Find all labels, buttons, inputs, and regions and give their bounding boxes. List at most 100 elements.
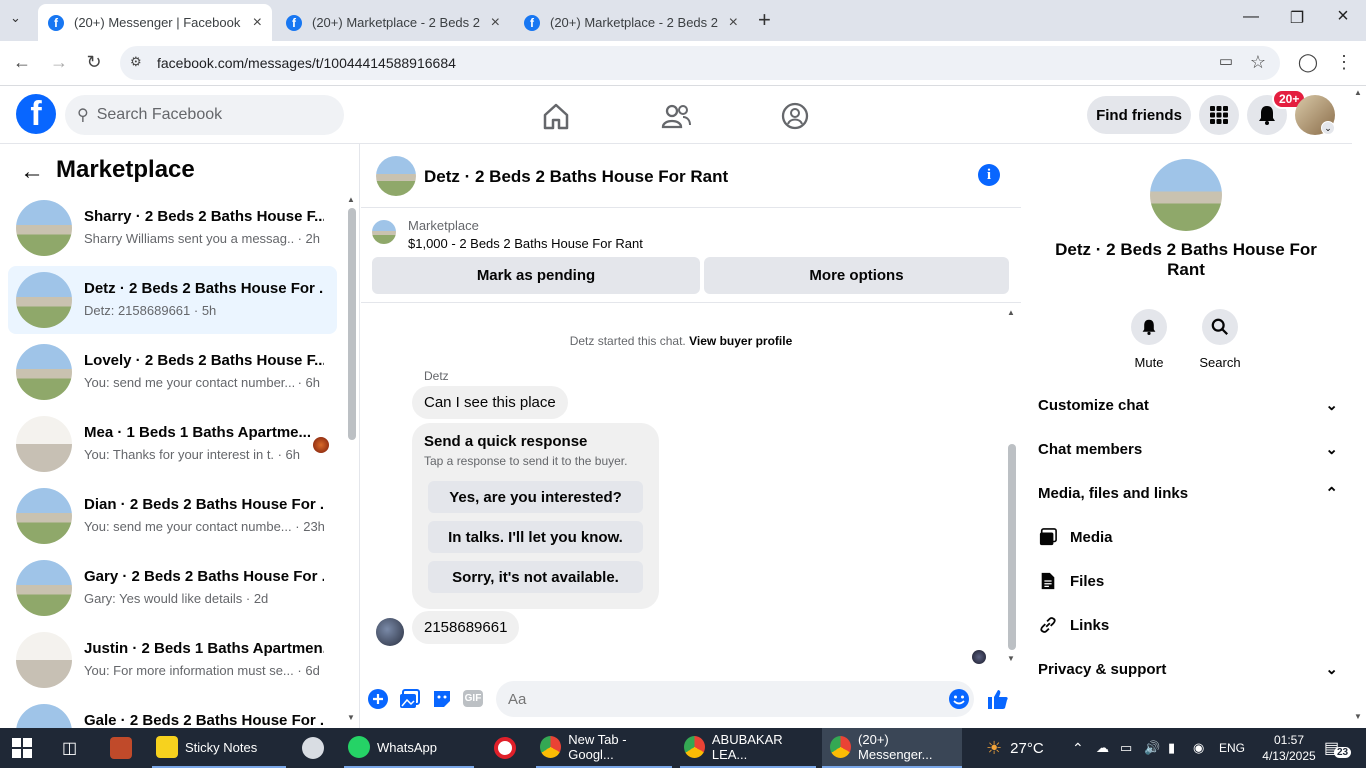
- list-item[interactable]: Justin · 2 Beds 1 Baths Apartmen... You:…: [8, 626, 337, 694]
- url-bar[interactable]: ⚙ facebook.com/messages/t/10044414588916…: [120, 46, 1280, 80]
- photo-icon[interactable]: [399, 688, 421, 710]
- chat-avatar-large[interactable]: [1150, 159, 1222, 231]
- show-hidden-icons-icon[interactable]: ⌃: [1072, 728, 1084, 768]
- battery-icon[interactable]: ▮: [1168, 728, 1175, 768]
- home-icon[interactable]: [541, 102, 571, 130]
- taskbar-app-icon[interactable]: [110, 728, 139, 768]
- list-item-selected[interactable]: Detz · 2 Beds 2 Baths House For ... Detz…: [8, 266, 337, 334]
- emoji-icon[interactable]: [948, 688, 970, 710]
- list-item[interactable]: Sharry · 2 Beds 2 Baths House F... Sharr…: [8, 194, 337, 262]
- forward-icon[interactable]: →: [46, 52, 72, 73]
- thread-scrollbar[interactable]: [1008, 444, 1016, 650]
- media-item[interactable]: Media: [1038, 515, 1338, 559]
- chrome-icon: [830, 736, 852, 758]
- list-scrollbar[interactable]: [348, 208, 356, 440]
- sticker-icon[interactable]: [431, 688, 453, 710]
- thumbs-up-icon[interactable]: [987, 688, 1009, 710]
- scroll-up-arrow-icon[interactable]: ▲: [347, 195, 355, 204]
- account-chevron-icon[interactable]: ⌄: [1321, 121, 1335, 135]
- task-view-icon[interactable]: ◫: [62, 728, 77, 768]
- links-item[interactable]: Links: [1038, 603, 1338, 647]
- info-icon[interactable]: i: [978, 164, 1000, 186]
- restore-icon[interactable]: ❐: [1282, 8, 1312, 28]
- language-indicator[interactable]: ENG: [1219, 728, 1245, 768]
- taskbar-chrome-new-tab[interactable]: New Tab - Googl...: [536, 728, 672, 768]
- customize-chat-row[interactable]: Customize chat ⌄: [1038, 383, 1338, 427]
- taskbar-whatsapp[interactable]: WhatsApp: [344, 728, 474, 768]
- page-scrollbar[interactable]: ▲ ▼: [1352, 86, 1366, 728]
- network-icon[interactable]: ▭: [1120, 728, 1132, 768]
- taskbar-app-icon[interactable]: [302, 728, 331, 768]
- message-bubble[interactable]: 2158689661: [412, 611, 520, 644]
- close-tab-icon[interactable]: ×: [729, 14, 738, 32]
- menu-kebab-icon[interactable]: ⋮: [1331, 52, 1357, 73]
- section-label: Media, files and links: [1038, 484, 1189, 502]
- search-button[interactable]: Search: [1190, 309, 1250, 370]
- onedrive-icon[interactable]: ☁: [1096, 728, 1109, 768]
- install-app-icon[interactable]: ▭: [1213, 52, 1239, 70]
- tab-messenger[interactable]: f (20+) Messenger | Facebook ×: [38, 4, 272, 41]
- taskbar-sticky-notes[interactable]: Sticky Notes: [152, 728, 286, 768]
- taskbar-chrome-messenger[interactable]: (20+) Messenger...: [822, 728, 962, 768]
- media-files-links-row[interactable]: Media, files and links ⌃: [1038, 471, 1338, 515]
- list-item[interactable]: Gary · 2 Beds 2 Baths House For ... Gary…: [8, 554, 337, 622]
- chat-avatar[interactable]: [376, 156, 416, 196]
- files-item[interactable]: Files: [1038, 559, 1338, 603]
- tab-search-button[interactable]: ⌄: [10, 10, 21, 26]
- scroll-down-arrow-icon[interactable]: ▼: [1007, 654, 1015, 663]
- search-box[interactable]: ⚲ Search Facebook: [65, 95, 344, 135]
- mute-button[interactable]: Mute: [1119, 309, 1179, 370]
- weather-widget[interactable]: ☀ 27°C: [986, 728, 1044, 768]
- view-buyer-profile-link[interactable]: View buyer profile: [689, 334, 792, 348]
- privacy-support-row[interactable]: Privacy & support ⌄: [1038, 647, 1338, 691]
- message-input[interactable]: [496, 681, 974, 717]
- close-tab-icon[interactable]: ×: [253, 14, 262, 32]
- start-button[interactable]: [12, 728, 32, 768]
- friends-icon[interactable]: [661, 102, 691, 130]
- gif-icon[interactable]: GIF: [463, 690, 483, 707]
- profile-icon[interactable]: ◯: [1295, 52, 1321, 73]
- facebook-logo-icon[interactable]: f: [16, 94, 56, 134]
- list-item[interactable]: Gale · 2 Beds 2 Baths House For ...: [8, 698, 337, 728]
- scroll-down-arrow-icon[interactable]: ▼: [347, 713, 355, 722]
- listing-price[interactable]: $1,000 - 2 Beds 2 Baths House For Rant: [408, 236, 643, 251]
- opera-icon[interactable]: [494, 728, 523, 768]
- chat-members-row[interactable]: Chat members ⌄: [1038, 427, 1338, 471]
- close-tab-icon[interactable]: ×: [491, 14, 500, 32]
- scroll-up-arrow-icon[interactable]: ▲: [1007, 308, 1015, 317]
- camera-icon[interactable]: ◉: [1193, 728, 1204, 768]
- volume-icon[interactable]: 🔊: [1144, 728, 1160, 768]
- quick-response-subtitle: Tap a response to send it to the buyer.: [424, 454, 628, 468]
- quick-response-option[interactable]: In talks. I'll let you know.: [428, 521, 643, 553]
- media-label: Media: [1070, 528, 1113, 546]
- plus-circle-icon[interactable]: [367, 688, 389, 710]
- sender-avatar[interactable]: [376, 618, 404, 646]
- list-item[interactable]: Lovely · 2 Beds 2 Baths House F... You: …: [8, 338, 337, 406]
- tab-marketplace-1[interactable]: f (20+) Marketplace - 2 Beds 2 Ba ×: [276, 4, 510, 41]
- menu-grid-icon[interactable]: [1199, 95, 1239, 135]
- notification-center-icon[interactable]: ▤ 23: [1324, 728, 1352, 768]
- mark-as-pending-button[interactable]: Mark as pending: [372, 257, 700, 294]
- tab-marketplace-2[interactable]: f (20+) Marketplace - 2 Beds 2 Ba ×: [514, 4, 748, 41]
- chat-title[interactable]: Detz · 2 Beds 2 Baths House For Rant: [424, 167, 728, 187]
- new-tab-button[interactable]: +: [758, 7, 771, 33]
- back-icon[interactable]: ←: [9, 52, 35, 73]
- site-info-icon[interactable]: ⚙: [130, 54, 142, 70]
- clock[interactable]: 01:57 4/13/2025: [1262, 728, 1316, 768]
- message-bubble[interactable]: Can I see this place: [412, 386, 568, 419]
- quick-response-option[interactable]: Yes, are you interested?: [428, 481, 643, 513]
- taskbar-chrome-abubakar[interactable]: ABUBAKAR LEA...: [680, 728, 816, 768]
- scroll-up-arrow-icon[interactable]: ▲: [1354, 88, 1362, 97]
- scroll-down-arrow-icon[interactable]: ▼: [1354, 712, 1362, 721]
- close-window-icon[interactable]: ×: [1328, 5, 1358, 28]
- back-arrow-icon[interactable]: ←: [20, 158, 44, 186]
- bookmark-star-icon[interactable]: ☆: [1245, 52, 1271, 73]
- quick-response-option[interactable]: Sorry, it's not available.: [428, 561, 643, 593]
- list-item[interactable]: Dian · 2 Beds 2 Baths House For ... You:…: [8, 482, 337, 550]
- find-friends-button[interactable]: Find friends: [1087, 96, 1191, 134]
- minimize-icon[interactable]: —: [1236, 8, 1266, 26]
- groups-icon[interactable]: [780, 102, 810, 130]
- list-item[interactable]: Mea · 1 Beds 1 Baths Apartme... You: Tha…: [8, 410, 337, 478]
- more-options-button[interactable]: More options: [704, 257, 1009, 294]
- reload-icon[interactable]: ↻: [81, 52, 107, 73]
